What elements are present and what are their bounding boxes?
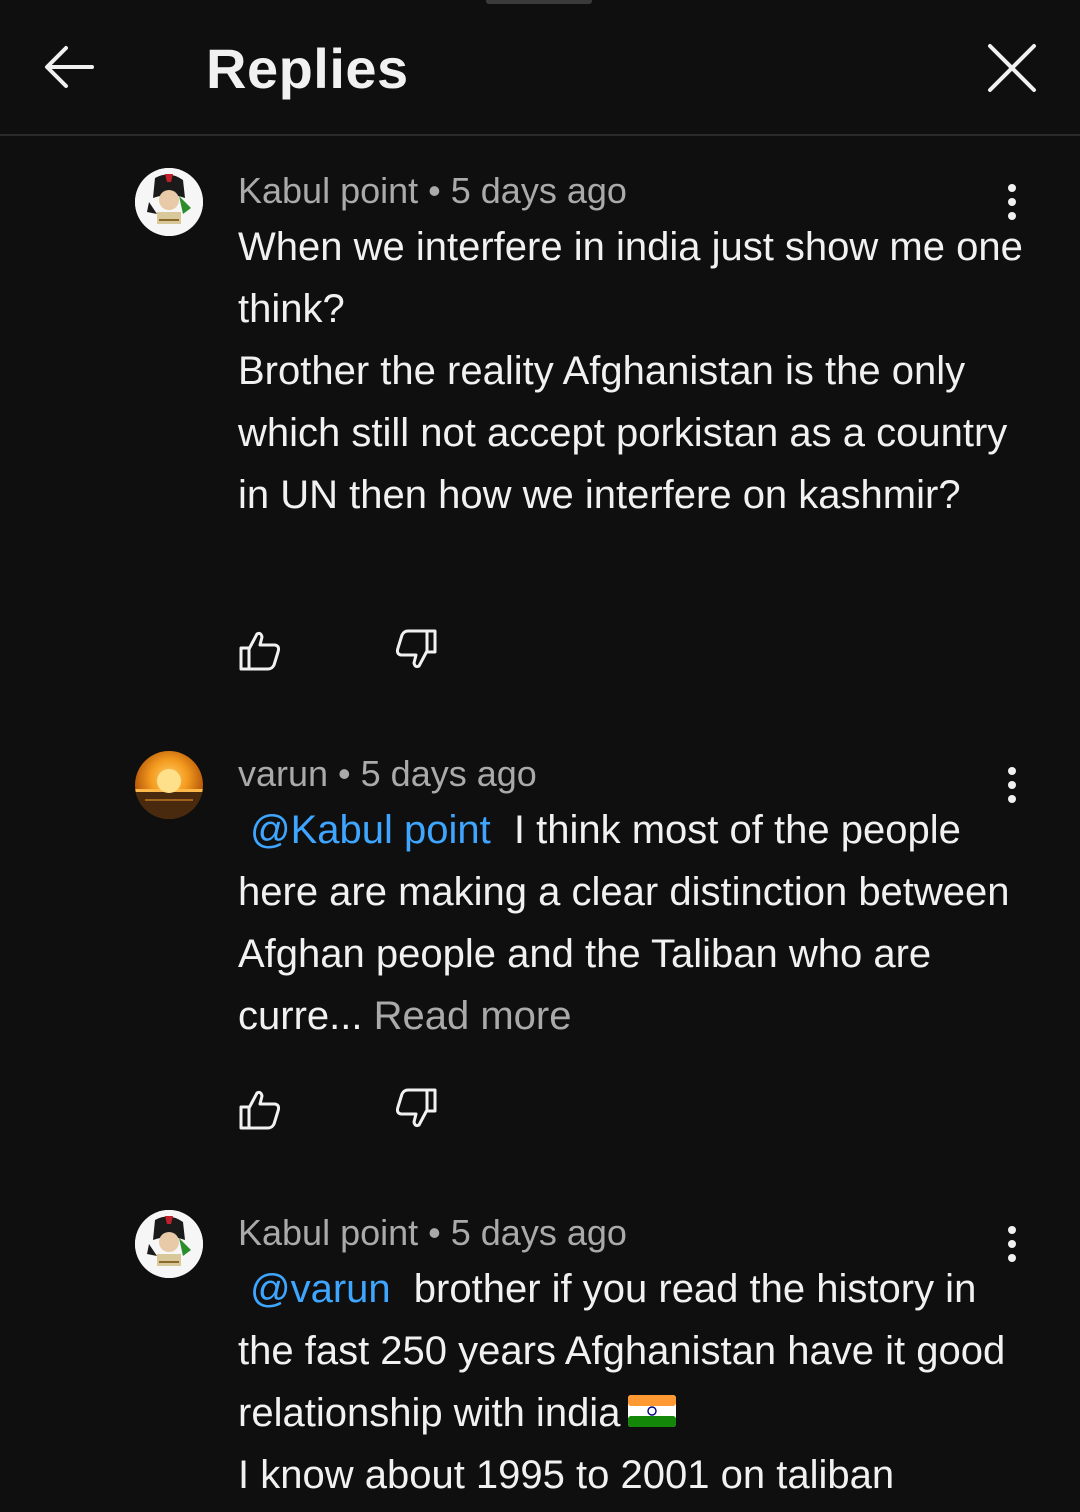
back-arrow-icon[interactable] bbox=[40, 38, 98, 96]
comment-text-line: I know about 1995 to 2001 on taliban bbox=[238, 1453, 895, 1497]
comment-meta: Kabul point • 5 days ago bbox=[238, 170, 627, 211]
avatar[interactable] bbox=[135, 168, 203, 236]
comment-text: @varun brother if you read the history i… bbox=[238, 1258, 1028, 1506]
thumb-down-icon[interactable] bbox=[394, 1087, 438, 1131]
page-title: Replies bbox=[206, 37, 409, 100]
mention-link[interactable]: @varun bbox=[238, 1267, 403, 1311]
thumb-down-icon[interactable] bbox=[394, 628, 438, 672]
india-flag-emoji bbox=[628, 1395, 677, 1428]
read-more-link[interactable]: Read more bbox=[374, 994, 572, 1038]
comment-text-line: When we interfere in india just show me … bbox=[238, 225, 1023, 517]
mention-link[interactable]: @Kabul point bbox=[238, 808, 503, 852]
avatar[interactable] bbox=[135, 751, 203, 819]
comment-actions bbox=[238, 1087, 458, 1137]
comment-text: When we interfere in india just show me … bbox=[238, 216, 1028, 526]
thumb-up-icon[interactable] bbox=[238, 1087, 282, 1131]
comment-text: @Kabul point I think most of the people … bbox=[238, 799, 1028, 1047]
thumb-up-icon[interactable] bbox=[238, 628, 282, 672]
close-icon[interactable] bbox=[984, 40, 1040, 96]
comment-meta: varun • 5 days ago bbox=[238, 753, 537, 794]
comment-actions bbox=[238, 628, 458, 678]
comment-meta: Kabul point • 5 days ago bbox=[238, 1212, 627, 1253]
replies-header: Replies bbox=[0, 0, 1080, 136]
avatar[interactable] bbox=[135, 1210, 203, 1278]
